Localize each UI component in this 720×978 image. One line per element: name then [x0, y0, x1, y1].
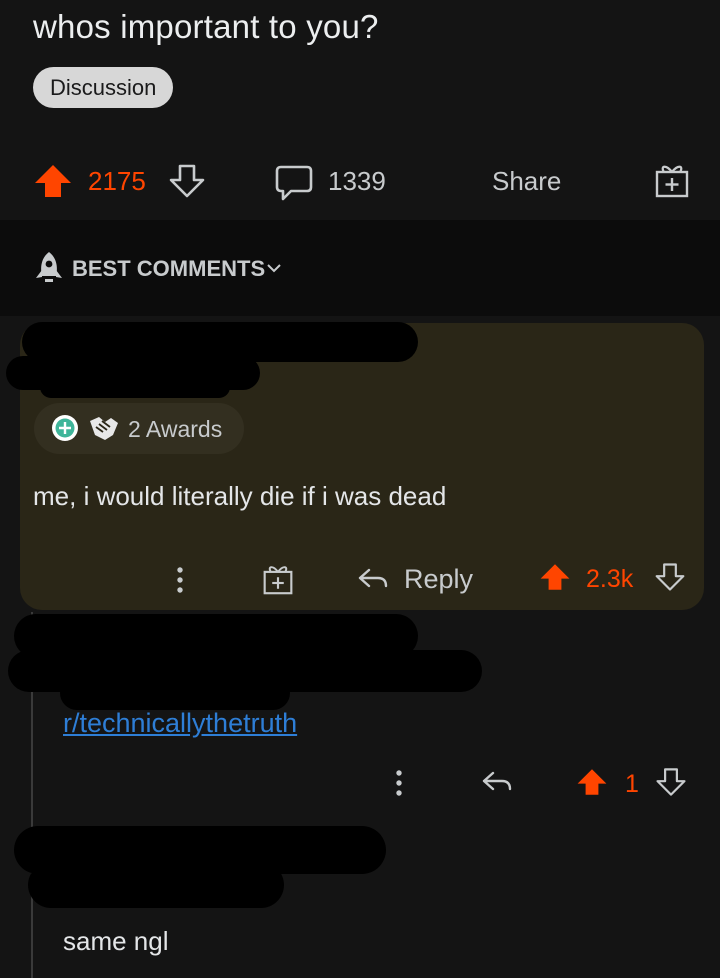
share-button[interactable]: Share: [492, 166, 561, 197]
post-score: 2175: [88, 166, 146, 196]
chevron-down-icon[interactable]: [266, 262, 282, 274]
award-badge-icon: [52, 415, 78, 441]
gift-award-icon[interactable]: [262, 561, 294, 597]
gift-award-icon[interactable]: [654, 160, 690, 200]
post-title: whos important to you?: [33, 8, 379, 45]
vertical-dots-icon[interactable]: [389, 768, 409, 798]
upvote-arrow-icon[interactable]: [576, 766, 608, 798]
reply-arrow-icon[interactable]: [480, 767, 514, 797]
comment-score: 2.3k: [586, 565, 634, 593]
redacted-metadata: [40, 376, 230, 398]
subreddit-link[interactable]: r/technicallythetruth: [63, 708, 297, 739]
reply-score: 1: [625, 770, 639, 798]
downvote-arrow-icon[interactable]: [655, 766, 687, 798]
upvote-arrow-icon[interactable]: [539, 562, 571, 592]
redacted-metadata: [60, 676, 290, 710]
flair-badge[interactable]: Discussion: [33, 67, 174, 108]
vertical-dots-icon[interactable]: [170, 565, 190, 595]
comment-count[interactable]: 1339: [328, 166, 386, 197]
awards-count: 2 Awards: [128, 416, 223, 442]
comment-bubble-icon[interactable]: [273, 163, 315, 203]
reply-button[interactable]: Reply: [404, 564, 473, 595]
sort-label[interactable]: BEST COMMENTS: [72, 256, 265, 282]
upvote-arrow-icon[interactable]: [33, 163, 73, 199]
rocket-icon: [36, 252, 62, 282]
comment-text: same ngl: [63, 926, 169, 956]
downvote-arrow-icon[interactable]: [168, 163, 206, 199]
redacted-metadata: [28, 862, 284, 908]
handshake-award-icon: [90, 417, 118, 440]
reply-arrow-icon[interactable]: [356, 564, 390, 594]
downvote-arrow-icon[interactable]: [654, 562, 686, 592]
comment-text: me, i would literally die if i was dead: [33, 481, 447, 511]
